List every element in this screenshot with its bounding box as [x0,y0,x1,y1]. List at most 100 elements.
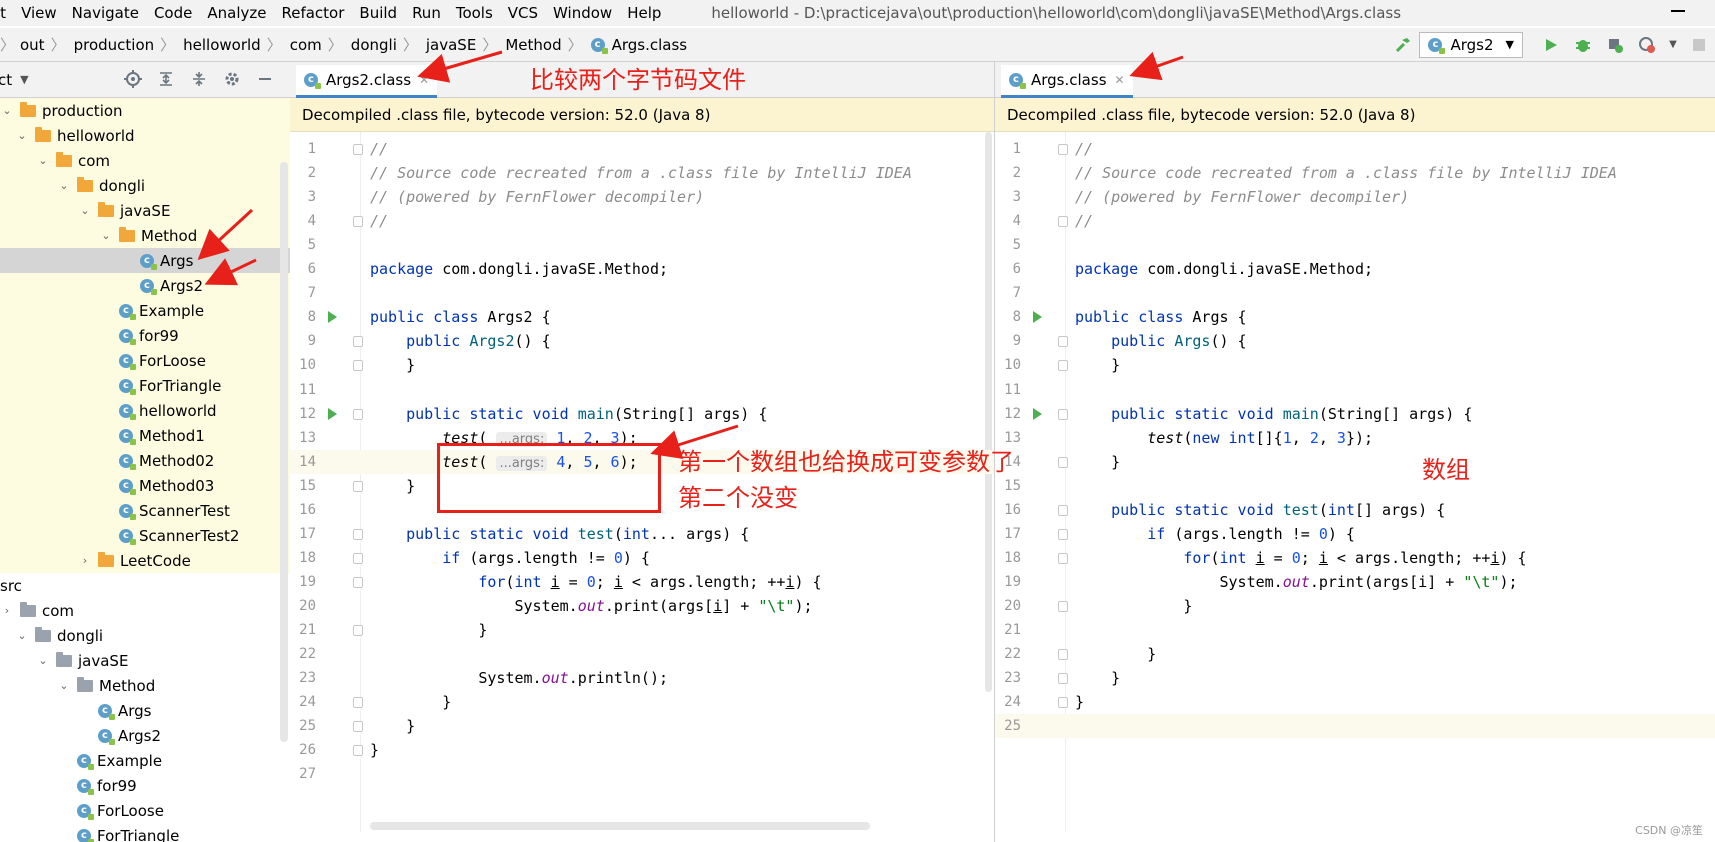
tree-item-com[interactable]: › com [0,598,290,623]
collapse-all-icon[interactable] [188,69,210,89]
breadcrumb-out[interactable]: out 〉 [10,34,74,55]
fold-marker-icon[interactable] [353,721,363,733]
code-line[interactable]: 7 [290,281,994,305]
code-line[interactable]: 17 public static void test(int... args) … [290,522,994,546]
breadcrumb-method[interactable]: Method 〉 [505,34,590,55]
code-line[interactable]: 4 // [290,209,994,233]
tree-item-production[interactable]: ⌄ production [0,98,290,123]
tree-item-dongli[interactable]: ⌄ dongli [0,623,290,648]
code-line[interactable]: 3 // (powered by FernFlower decompiler) [995,185,1715,209]
code-line[interactable]: 19 System.out.print(args[i] + "\t"); [995,570,1715,594]
menu-code[interactable]: Code [154,4,192,22]
code-area[interactable]: 1 // 2 // Source code recreated from a .cla… [995,132,1715,832]
chevron-down-icon[interactable]: ▼ [20,73,28,86]
code-line[interactable]: 5 [290,233,994,257]
tree-item-forloose[interactable]: c ForLoose [0,798,290,823]
horizontal-scrollbar[interactable] [370,822,870,830]
fold-marker-icon[interactable] [353,528,363,540]
tree-item-method[interactable]: ⌄ Method [0,673,290,698]
code-line[interactable]: 6 package com.dongli.javaSE.Method; [995,257,1715,281]
fold-marker-icon[interactable] [353,625,363,636]
tree-item-for99[interactable]: c for99 [0,323,290,348]
build-hammer-icon[interactable] [1392,34,1414,56]
close-icon[interactable]: ✕ [419,73,429,87]
tree-item-args2[interactable]: c Args2 [0,723,290,748]
code-line[interactable]: 6 package com.dongli.javaSE.Method; [290,257,994,281]
project-view-label[interactable]: ct [0,71,12,89]
code-line[interactable]: 13 test(new int[]{1, 2, 3}); [995,426,1715,450]
tree-item-javase[interactable]: ⌄ javaSE [0,648,290,673]
tab-args2-class[interactable]: c Args2.class ✕ [296,65,438,98]
run-configuration-select[interactable]: c Args2 ▼ [1419,31,1523,58]
chevron-down-icon[interactable]: ⌄ [57,179,71,192]
run-gutter-icon[interactable] [328,311,337,324]
tree-item-method1[interactable]: c Method1 [0,423,290,448]
tree-item-args2[interactable]: c Args2 [0,273,290,298]
tree-item-fortriangle[interactable]: c ForTriangle [0,823,290,842]
tree-item-example[interactable]: c Example [0,298,290,323]
tree-item-helloworld[interactable]: ⌄ helloworld [0,123,290,148]
chevron-down-icon[interactable]: ⌄ [36,154,50,167]
breadcrumb-helloworld[interactable]: helloworld 〉 [183,34,290,55]
code-line[interactable]: 25 [995,714,1715,739]
tree-item-com[interactable]: ⌄ com [0,148,290,173]
tree-item-args[interactable]: c Args [0,698,290,723]
menu-refactor[interactable]: Refactor [281,4,344,22]
chevron-right-icon[interactable]: › [78,554,92,567]
menu-build[interactable]: Build [359,4,397,22]
code-line[interactable]: 12 public static void main(String[] args… [290,402,994,426]
fold-marker-icon[interactable] [1058,673,1068,685]
menu-view[interactable]: View [21,4,57,22]
coverage-icon[interactable] [1604,34,1626,56]
fold-marker-icon[interactable] [1058,552,1068,564]
chevron-down-icon[interactable]: ⌄ [36,654,50,667]
tree-item-method[interactable]: ⌄ Method [0,223,290,248]
tree-item-dongli[interactable]: ⌄ dongli [0,173,290,198]
fold-marker-icon[interactable] [1058,336,1068,348]
code-line[interactable]: 18 if (args.length != 0) { [290,546,994,570]
fold-marker-icon[interactable] [353,216,363,228]
code-line[interactable]: 1 // [290,137,994,161]
code-line[interactable]: 7 [995,281,1715,305]
tree-item-for99[interactable]: c for99 [0,773,290,798]
fold-marker-icon[interactable] [1058,456,1068,468]
fold-marker-icon[interactable] [1058,504,1068,516]
menu-help[interactable]: Help [627,4,661,22]
profile-icon[interactable] [1636,34,1658,56]
fold-marker-icon[interactable] [1058,600,1068,612]
chevron-right-icon[interactable]: › [0,604,14,617]
fold-marker-icon[interactable] [353,144,363,155]
code-line[interactable]: 26} [290,738,994,762]
fold-marker-icon[interactable] [1058,408,1068,420]
code-line[interactable]: 10 } [995,353,1715,377]
code-line[interactable]: 4 // [995,209,1715,233]
chevron-down-icon[interactable]: ▼ [1668,34,1678,56]
tree-item-method03[interactable]: c Method03 [0,473,290,498]
chevron-down-icon[interactable]: ⌄ [15,129,29,142]
stop-icon[interactable] [1688,34,1710,56]
code-line[interactable]: 12 public static void main(String[] args… [995,402,1715,426]
chevron-down-icon[interactable]: ⌄ [57,679,71,692]
code-line[interactable]: 2 // Source code recreated from a .class … [290,161,994,185]
fold-marker-icon[interactable] [353,408,363,420]
chevron-down-icon[interactable]: ⌄ [99,229,113,242]
run-gutter-icon[interactable] [1033,311,1042,324]
chevron-down-icon[interactable]: ⌄ [15,629,29,642]
code-line[interactable]: 23 } [995,666,1715,690]
menu-navigate[interactable]: Navigate [72,4,139,22]
code-line[interactable]: 22 [290,642,994,666]
code-line[interactable]: 1 // [995,137,1715,161]
code-line[interactable]: 11 [290,378,994,402]
code-line[interactable]: 18 for(int i = 0; i < args.length; ++i) … [995,546,1715,570]
menu-analyze[interactable]: Analyze [207,4,266,22]
run-gutter-icon[interactable] [1033,407,1042,420]
tree-item-example[interactable]: c Example [0,748,290,773]
menu-run[interactable]: Run [412,4,441,22]
code-line[interactable]: 24 } [290,690,994,714]
tree-item-fortriangle[interactable]: c ForTriangle [0,373,290,398]
menu-vcs[interactable]: VCS [508,4,538,22]
breadcrumb-file[interactable]: c Args.class [590,36,687,54]
code-line[interactable]: 5 [995,233,1715,257]
code-line[interactable]: 3 // (powered by FernFlower decompiler) [290,185,994,209]
code-line[interactable]: 22 } [995,642,1715,666]
